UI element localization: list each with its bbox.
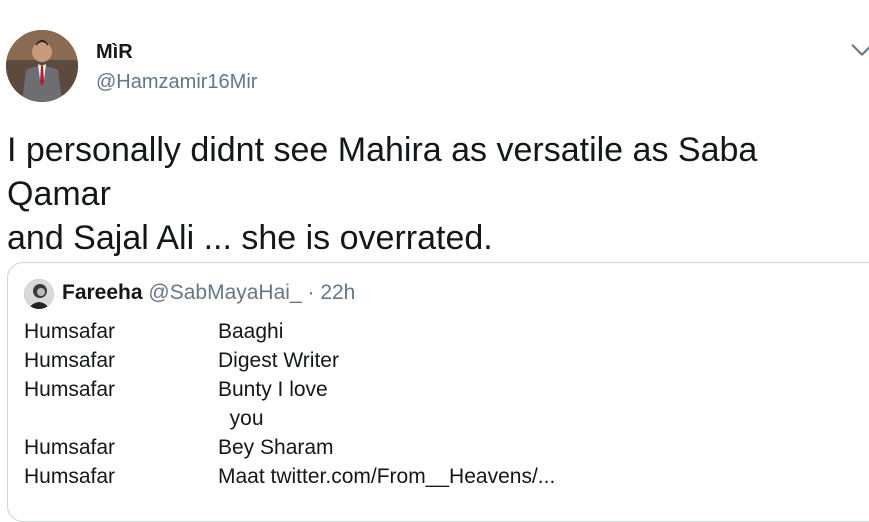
author-avatar[interactable] bbox=[6, 30, 78, 102]
quoted-row-left: Humsafar bbox=[24, 465, 116, 488]
quoted-row-right: Bunty I love bbox=[218, 378, 328, 401]
quoted-name[interactable]: Fareeha bbox=[62, 281, 143, 304]
quoted-header: Fareeha @SabMayaHai_ · 22h bbox=[62, 281, 355, 305]
tweet-text-line: and Sajal Ali ... she is overrated. bbox=[7, 219, 493, 257]
quoted-row-right: Bey Sharam bbox=[218, 436, 334, 459]
quoted-row-right: Maat twitter.com/From__Heavens/... bbox=[218, 465, 556, 488]
avatar-photo bbox=[6, 30, 78, 102]
author-name[interactable]: MìR bbox=[96, 41, 133, 64]
chevron-down-icon[interactable] bbox=[848, 36, 869, 64]
quoted-row-right: you bbox=[218, 407, 264, 430]
quoted-time[interactable]: 22h bbox=[320, 281, 355, 304]
quoted-row-left: Humsafar bbox=[24, 320, 116, 343]
quoted-row-right: Digest Writer bbox=[218, 349, 339, 372]
quoted-tweet[interactable]: Fareeha @SabMayaHai_ · 22h Humsafar Baag… bbox=[7, 262, 869, 522]
author-handle[interactable]: @Hamzamir16Mir bbox=[96, 71, 257, 94]
quoted-avatar[interactable] bbox=[24, 279, 54, 309]
quoted-separator: · bbox=[307, 281, 315, 304]
quoted-row-left: Humsafar bbox=[24, 378, 116, 401]
tweet-text: I personally didnt see Mahira as versati… bbox=[7, 128, 867, 260]
quoted-row-left: Humsafar bbox=[24, 436, 116, 459]
quoted-handle[interactable]: @SabMayaHai_ bbox=[148, 281, 301, 304]
quoted-row-left: Humsafar bbox=[24, 349, 116, 372]
quoted-row-right: Baaghi bbox=[218, 320, 284, 343]
quoted-avatar-photo bbox=[24, 279, 54, 309]
tweet-text-line: I personally didnt see Mahira as versati… bbox=[7, 131, 758, 213]
